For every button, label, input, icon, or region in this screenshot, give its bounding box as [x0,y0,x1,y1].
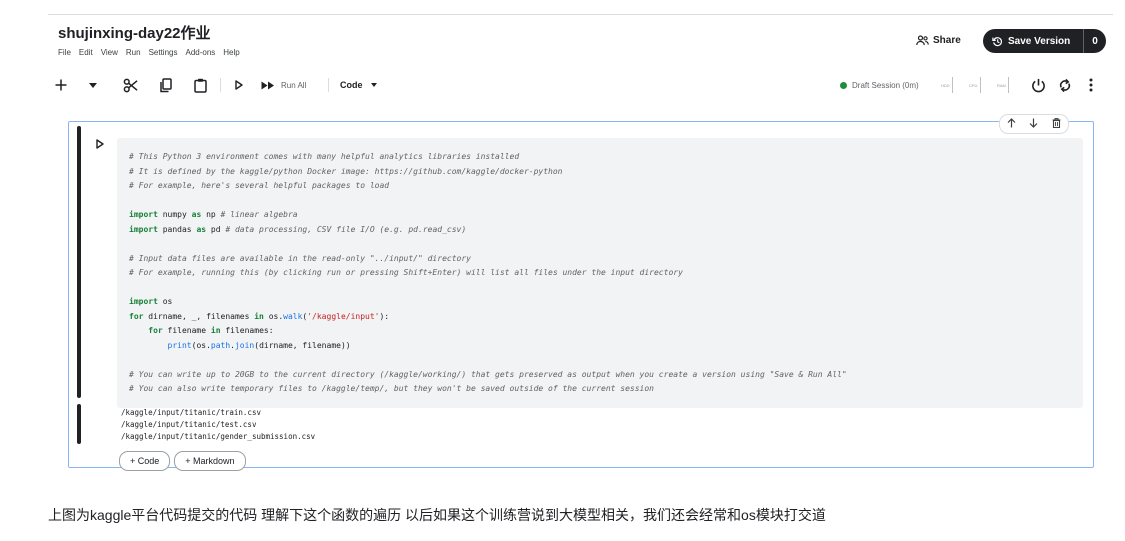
fast-forward-icon [261,81,274,89]
ram-meter[interactable]: RAM [997,76,1013,94]
menu-view[interactable]: View [101,48,118,57]
code-cell[interactable]: # This Python 3 environment comes with m… [68,114,1094,471]
paste-cell-button[interactable] [191,70,209,100]
code-line: # You can also write temporary files to … [129,384,654,393]
code-editor[interactable]: # This Python 3 environment comes with m… [117,138,1083,408]
cell-output: /kaggle/input/titanic/train.csv /kaggle/… [121,407,315,443]
menu-bar: File Edit View Run Settings Add-ons Help [58,48,240,57]
refresh-icon [1059,78,1071,92]
run-all-button[interactable]: Run All [261,70,321,100]
trash-icon [1052,117,1061,128]
more-vertical-icon [1089,78,1093,92]
copy-cell-button[interactable] [156,70,174,100]
toolbar-divider [220,78,221,92]
play-icon [96,139,104,149]
session-status[interactable]: Draft Session (0m) [840,70,919,100]
save-version-label: Save Version [1008,35,1071,47]
add-cell-buttons: + Code + Markdown [119,451,246,471]
cell-actions [999,114,1069,134]
hdd-meter-label: HDD [941,82,950,88]
people-icon [916,35,929,46]
menu-edit[interactable]: Edit [79,48,93,57]
output-line: /kaggle/input/titanic/test.csv [121,420,257,429]
session-status-dot [840,81,847,89]
move-cell-down-button[interactable] [1029,118,1038,131]
code-line-import-os: import os [129,297,173,306]
move-cell-up-button[interactable] [1007,117,1016,131]
code-line-print: print(os.path.join(dirname, filename)) [167,340,351,350]
cell-selection-bar [77,126,81,398]
caption-text: 上图为kaggle平台代码提交的代码 理解下这个函数的遍历 以后如果这个训练营说… [48,507,826,523]
code-line-import-numpy: import numpy as np # linear algebra [129,210,298,219]
arrow-down-icon [1030,118,1038,128]
play-icon [235,80,243,90]
menu-add-ons[interactable]: Add-ons [185,48,215,57]
menu-file[interactable]: File [58,48,71,57]
run-all-label: Run All [281,80,307,90]
hdd-meter[interactable]: HDD [941,76,957,94]
kaggle-notebook-screenshot: shujinxing-day22作业 File Edit View Run Se… [48,15,1113,475]
caret-down-icon [370,83,377,87]
clipboard-icon [193,78,207,93]
cell-run-button[interactable] [96,136,104,154]
restart-session-button[interactable] [1055,70,1075,100]
menu-settings[interactable]: Settings [149,48,178,57]
save-version-button[interactable]: Save Version 0 [983,29,1106,53]
caret-down-icon [89,82,97,88]
menu-run[interactable]: Run [126,48,141,57]
cut-cell-button[interactable] [120,70,140,100]
stop-session-button[interactable] [1028,70,1048,100]
notebook-title[interactable]: shujinxing-day22作业 [58,22,211,43]
cell-type-select[interactable]: Code [340,70,390,100]
code-line-import-pandas: import pandas as pd # data processing, C… [129,224,467,234]
copy-icon [159,77,172,92]
session-status-label: Draft Session (0m) [852,80,919,90]
share-button[interactable]: Share [916,35,961,46]
ram-meter-label: RAM [997,82,1006,88]
code-line: # Input data files are available in the … [129,253,471,263]
version-count: 0 [1083,29,1106,53]
add-markdown-button[interactable]: + Markdown [174,451,246,471]
code-content: # This Python 3 environment comes with m… [129,150,847,397]
arrow-up-icon [1007,117,1016,127]
code-line: # It is defined by the kaggle/python Doc… [129,166,563,176]
power-icon [1031,78,1045,92]
output-line: /kaggle/input/titanic/gender_submission.… [121,432,316,441]
output-line: /kaggle/input/titanic/train.csv [121,408,261,417]
add-code-button[interactable]: + Code [119,451,171,471]
more-options-button[interactable] [1084,70,1098,100]
cpu-meter[interactable]: CPU [969,76,985,94]
share-label: Share [933,35,961,46]
plus-icon [55,79,67,91]
code-line-for-files: for filename in filenames: [148,326,274,335]
notebook-toolbar: Run All Code Draft Session (0m) HDD CPU … [48,70,1113,100]
add-cell-button[interactable] [52,70,70,100]
scissors-icon [123,78,138,92]
delete-cell-button[interactable] [1052,117,1061,131]
code-line: # You can write up to 20GB to the curren… [129,369,847,379]
cell-type-label: Code [340,80,363,90]
code-line-for-walk: for dirname, _, filenames in os.walk('/k… [129,311,390,321]
code-line: # This Python 3 environment comes with m… [129,152,520,161]
output-collapse-bar[interactable] [77,404,81,444]
run-cell-button[interactable] [232,70,246,100]
cpu-meter-label: CPU [969,82,978,88]
menu-help[interactable]: Help [223,48,239,57]
code-line: # For example, here's several helpful pa… [129,181,390,190]
history-icon [992,36,1003,46]
toolbar-divider [328,78,329,92]
code-line: # For example, running this (by clicking… [129,268,683,277]
add-cell-dropdown[interactable] [86,70,100,100]
